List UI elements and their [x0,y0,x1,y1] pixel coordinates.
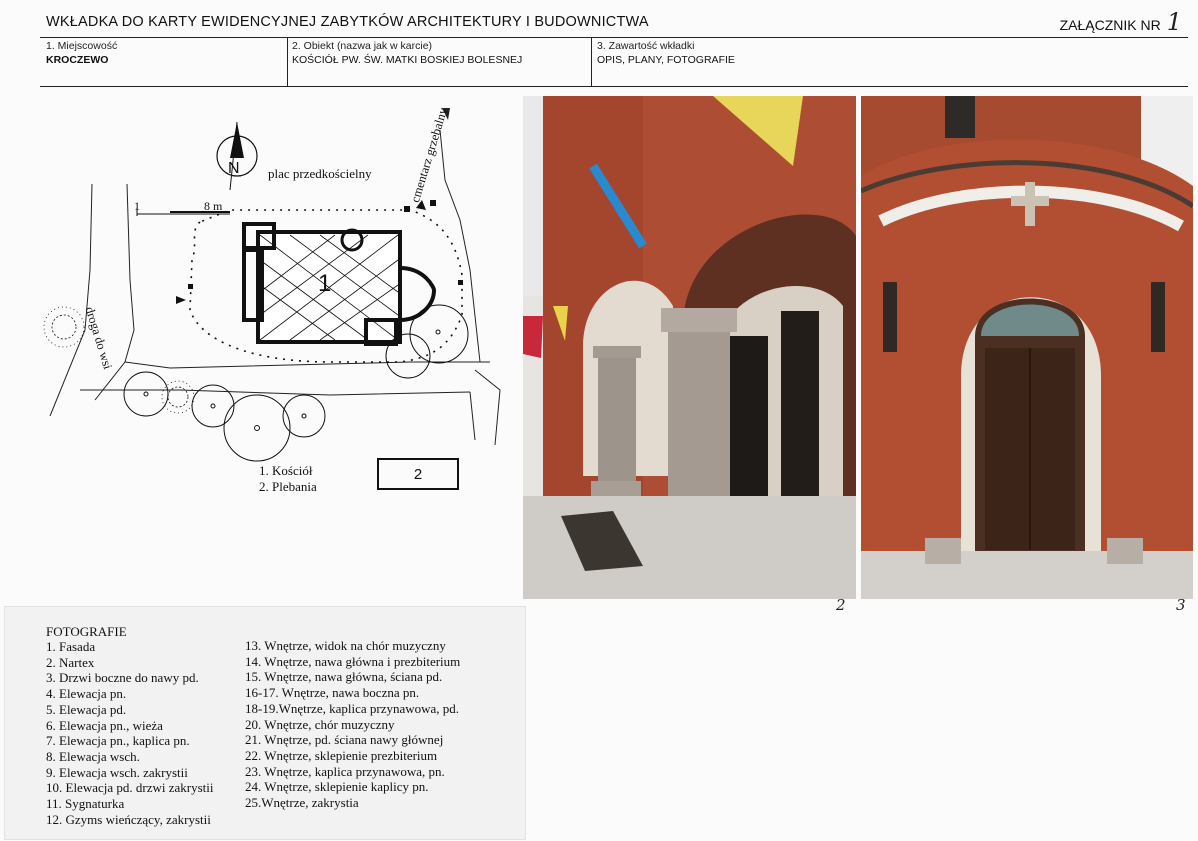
photo-number-3: 3 [1176,596,1186,614]
photo-list-right: 13. Wnętrze, widok na chór muzyczny 14. W… [245,638,460,811]
photo-list-item: 7. Elewacja pn., kaplica pn. [46,733,190,749]
north-label: N [228,160,240,177]
scale-start-label: 1 [134,199,140,213]
field-locality: 1. Miejscowość KROCZEWO [46,39,117,67]
church-number-label: 1 [318,270,332,297]
photo-list-item: 21. Wnętrze, pd. ściana nawy głównej [245,732,444,748]
legend-item-1: 1. Kościół [259,463,313,478]
photo-list-item: 8. Elewacja wsch. [46,748,140,764]
photo-list-item: 1. Fasada [46,639,96,654]
field-contents-label: 3. Zawartość wkładki [597,40,695,52]
field-object-label: 2. Obiekt (nazwa jak w karcie) [292,40,433,52]
photo-list-item: 5. Elewacja pd. [46,701,127,717]
photo-list-item: 10. Elewacja pd. drzwi zakrystii [46,780,214,796]
annex-label-text: ZAŁĄCZNIK NR [1059,17,1161,33]
field-locality-value: KROCZEWO [46,54,109,66]
church-side-door-photo [861,96,1193,599]
photo-list-item: 18-19.Wnętrze, kaplica przynawowa, pd. [245,700,460,716]
photo-list-item: 20. Wnętrze, chór muzyczny [245,716,395,732]
photo-list-item: 9. Elewacja wsch. zakrystii [46,764,188,780]
photo-list-item: 6. Elewacja pn., wieża [46,717,163,733]
legend-item-2: 2. Plebania [259,479,317,494]
site-plan [43,108,501,462]
photo-list-item: 16-17. Wnętrze, nawa boczna pn. [245,685,420,701]
field-object: 2. Obiekt (nazwa jak w karcie) KOŚCIÓŁ P… [292,39,522,67]
photo-list-item: 15. Wnętrze, nawa główna, ściana pd. [245,669,443,685]
field-divider-2 [591,37,592,87]
photo-list-item: 14. Wnętrze, nawa główna i prezbiterium [245,653,461,669]
photo-list-item: 24. Wnętrze, sklepienie kaplicy pn. [245,779,429,795]
photo-list-item: 25.Wnętrze, zakrystia [245,795,359,811]
field-contents: 3. Zawartość wkładki OPIS, PLANY, FOTOGR… [597,39,735,67]
annex-number: 1 [1166,8,1182,36]
annex-label: ZAŁĄCZNIK NR 1 [1060,8,1182,36]
church-porch-photo [523,96,856,599]
square-label: plac przedkościelny [268,166,372,181]
photo-list-item: 3. Drzwi boczne do nawy pd. [46,670,199,686]
photo-list-item: 4. Elewacja pn. [46,686,127,702]
photo-list-item: 11. Sygnaturka [46,796,125,812]
photo-list-left: 1. Fasada 2. Nartex 3. Drzwi boczne do naw… [46,639,214,827]
document-title: WKŁADKA DO KARTY EWIDENCYJNEJ ZABYTKÓW A… [46,14,649,30]
photo-list-item: 12. Gzyms wieńczący, zakrystii [46,811,211,827]
field-object-value: KOŚCIÓŁ PW. ŚW. MATKI BOSKIEJ BOLESNEJ [292,54,523,66]
header-top-rule [40,37,1188,38]
church-plan [242,222,437,346]
legend-box-2: 2 [377,458,459,490]
field-contents-value: OPIS, PLANY, FOTOGRAFIE [597,54,735,66]
north-arrow-icon [216,121,258,191]
photo-list-item: 22. Wnętrze, sklepienie prezbiterium [245,747,438,763]
header-bottom-rule [40,86,1188,87]
photo-list-heading: FOTOGRAFIE [46,624,127,639]
photo-list-item: 2. Nartex [46,654,95,670]
photo-number-2: 2 [836,596,846,614]
field-divider-1 [287,37,288,87]
photo-list-item: 23. Wnętrze, kaplica przynawowa, pn. [245,763,445,779]
photo-list-item: 13. Wnętrze, widok na chór muzyczny [245,638,446,653]
scale-end-label: 8 m [204,199,223,213]
field-locality-label: 1. Miejscowość [46,40,118,52]
shrub-icons [43,306,195,414]
